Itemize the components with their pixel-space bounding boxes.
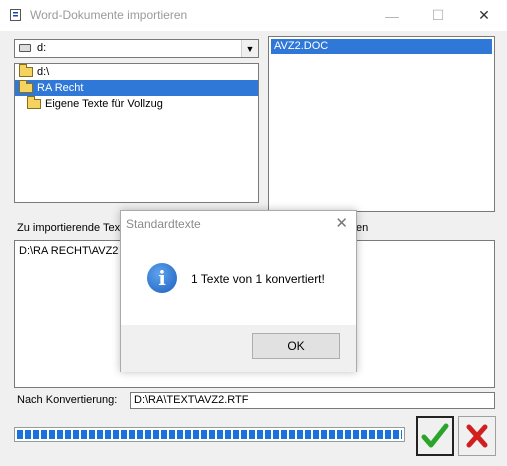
cancel-button[interactable] (458, 416, 496, 456)
after-conversion-label: Nach Konvertierung: (17, 394, 118, 406)
info-icon: i (147, 263, 177, 293)
import-list-label: Zu importierende Text (17, 222, 124, 234)
app-icon (10, 9, 21, 21)
minimize-button[interactable]: — (369, 0, 415, 31)
folder-icon (27, 96, 41, 109)
title-bar: Word-Dokumente importieren — ☐ ✕ (0, 0, 507, 31)
chevron-down-icon[interactable]: ▼ (241, 40, 258, 57)
drive-select-value: d: (37, 42, 47, 54)
drive-icon (19, 44, 31, 52)
tree-item-ra-recht[interactable]: RA Recht (15, 80, 258, 96)
dialog-ok-button[interactable]: OK (252, 333, 340, 359)
import-list-label-right: en (356, 222, 369, 234)
tree-item-label: RA Recht (37, 82, 84, 94)
close-button[interactable]: ✕ (461, 0, 507, 31)
drive-select[interactable]: d: ▼ (14, 39, 259, 58)
folder-tree[interactable]: d:\ RA Recht Eigene Texte für Vollzug (14, 63, 259, 203)
after-conversion-field[interactable]: D:\RA\TEXT\AVZ2.RTF (130, 392, 495, 409)
check-icon (421, 423, 449, 448)
folder-open-icon (19, 80, 33, 93)
file-list[interactable]: AVZ2.DOC (268, 36, 495, 212)
dialog-message: 1 Texte von 1 konvertiert! (191, 272, 325, 286)
tree-item-label: Eigene Texte für Vollzug (45, 98, 163, 110)
window-title: Word-Dokumente importieren (30, 8, 188, 22)
cancel-x-icon (466, 424, 488, 448)
maximize-button[interactable]: ☐ (415, 0, 461, 31)
tree-item-eigene-texte[interactable]: Eigene Texte für Vollzug (15, 96, 258, 112)
dialog-close-icon[interactable]: ✕ (335, 214, 348, 232)
progress-fill (17, 430, 402, 439)
tree-item-root[interactable]: d:\ (15, 64, 258, 80)
conversion-progress-bar (14, 427, 405, 442)
dialog-title: Standardtexte (126, 217, 201, 231)
ok-button[interactable] (416, 416, 454, 456)
list-item[interactable]: AVZ2.DOC (271, 39, 492, 54)
message-dialog: Standardtexte ✕ i 1 Texte von 1 konverti… (120, 210, 357, 372)
tree-item-label: d:\ (37, 66, 50, 78)
folder-open-icon (19, 64, 33, 77)
